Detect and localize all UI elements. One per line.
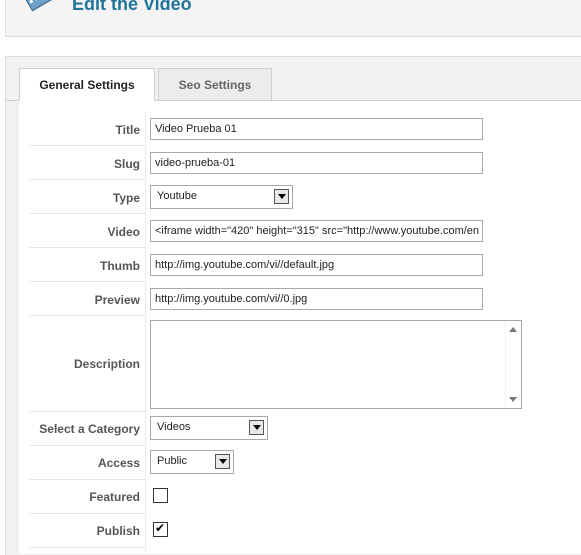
access-select[interactable]: Public: [150, 450, 234, 474]
column-divider: [145, 112, 146, 554]
chevron-down-icon[interactable]: [249, 420, 264, 435]
row-divider: [29, 281, 145, 282]
category-label: Select a Category: [39, 422, 140, 436]
category-select[interactable]: Videos: [150, 416, 268, 440]
scroll-down-icon[interactable]: [509, 397, 517, 402]
preview-label: Preview: [94, 293, 140, 307]
category-select-value: Videos: [157, 421, 191, 433]
description-label: Description: [73, 357, 140, 371]
featured-label: Featured: [89, 490, 140, 504]
row-divider: [29, 513, 145, 514]
type-select[interactable]: Youtube: [150, 185, 293, 209]
thumb-label: Thumb: [100, 259, 140, 273]
title-input[interactable]: Video Prueba 01: [150, 118, 483, 140]
video-embed-input[interactable]: <iframe width="420" height="315" src="ht…: [150, 220, 483, 242]
tab-label: Seo Settings: [178, 77, 252, 92]
video-film-icon: [26, 0, 53, 12]
publish-label: Publish: [96, 524, 140, 538]
page-header: Edit the Video: [5, 0, 581, 37]
title-label: Title: [115, 123, 140, 137]
row-divider: [29, 411, 145, 412]
row-divider: [29, 315, 145, 316]
row-divider: [29, 479, 145, 480]
chevron-down-icon[interactable]: [274, 189, 289, 204]
video-label: Video: [107, 225, 140, 239]
row-divider: [29, 547, 145, 548]
row-divider: [29, 213, 145, 214]
preview-input[interactable]: http://img.youtube.com/vi//0.jpg: [150, 288, 483, 310]
tab-label: General Settings: [39, 77, 135, 92]
featured-checkbox[interactable]: [153, 488, 168, 503]
scroll-up-icon[interactable]: [509, 327, 517, 332]
row-divider: [29, 179, 145, 180]
description-textarea[interactable]: [150, 320, 522, 409]
description-scrollbar[interactable]: [505, 321, 521, 408]
row-divider: [29, 145, 145, 146]
access-select-value: Public: [157, 455, 187, 467]
access-label: Access: [97, 456, 140, 470]
row-divider: [29, 247, 145, 248]
page-title: Edit the Video: [72, 0, 192, 14]
chevron-down-icon[interactable]: [215, 454, 230, 469]
type-select-value: Youtube: [157, 190, 197, 202]
slug-label: Slug: [114, 157, 140, 171]
thumb-input[interactable]: http://img.youtube.com/vi//default.jpg: [150, 254, 483, 276]
slug-input[interactable]: video-prueba-01: [150, 152, 483, 174]
tab-general-settings[interactable]: General Settings: [19, 68, 155, 101]
publish-checkbox[interactable]: [153, 521, 168, 537]
tab-seo-settings[interactable]: Seo Settings: [158, 68, 272, 101]
row-divider: [29, 445, 145, 446]
type-label: Type: [112, 191, 140, 205]
